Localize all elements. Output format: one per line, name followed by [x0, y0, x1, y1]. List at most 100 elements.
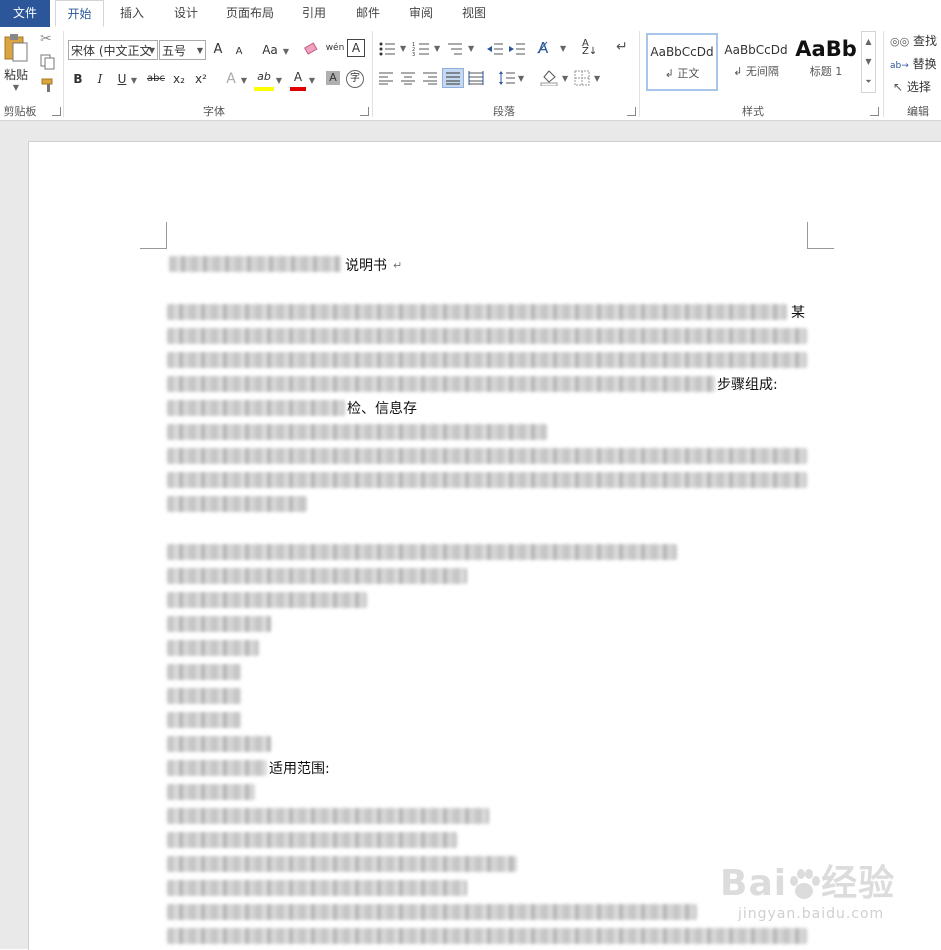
svg-text:3: 3 [412, 52, 415, 57]
font-name-dropdown-icon[interactable]: ▼ [149, 41, 155, 59]
borders-dropdown-icon[interactable]: ▼ [594, 74, 600, 83]
borders-icon[interactable] [574, 70, 590, 89]
tab-home[interactable]: 开始 [55, 0, 104, 27]
style-normal-sample: AaBbCcDd [650, 45, 714, 59]
numbering-icon[interactable]: 123 [412, 41, 430, 60]
tab-mailings[interactable]: 邮件 [344, 0, 392, 27]
font-color-dropdown-icon[interactable]: ▼ [308, 69, 316, 89]
tab-view[interactable]: 视图 [450, 0, 498, 27]
numbering-dropdown-icon[interactable]: ▼ [434, 44, 440, 53]
underline-dropdown-icon[interactable]: ▼ [130, 69, 138, 89]
decrease-indent-icon[interactable] [486, 41, 504, 60]
italic-button[interactable]: I [92, 69, 108, 89]
tab-design[interactable]: 设计 [162, 0, 210, 27]
document-area[interactable]: 说明书 ↵ 某 步骤组成: 检、信息存 适用范围: Bai 经验 jingyan… [0, 121, 941, 950]
paste-label: 粘贴 [3, 68, 28, 82]
document-page[interactable]: 说明书 ↵ 某 步骤组成: 检、信息存 适用范围: [28, 141, 941, 950]
paw-icon [790, 869, 821, 899]
line-spacing-icon[interactable] [498, 70, 516, 89]
subscript-button[interactable]: x₂ [170, 69, 188, 89]
find-button[interactable]: ◎◎ 查找 [890, 32, 937, 50]
shrink-font-button[interactable]: A [232, 42, 246, 62]
binoculars-icon: ◎◎ [890, 35, 910, 48]
bold-button[interactable]: B [70, 69, 86, 89]
replace-button[interactable]: ab→ 替换 [890, 55, 937, 73]
text-effects-button[interactable]: A [222, 69, 240, 89]
paste-dropdown-icon[interactable]: ▼ [2, 83, 30, 92]
font-color-button[interactable]: A [290, 67, 306, 91]
paste-button[interactable]: 粘贴 ▼ [2, 33, 30, 93]
change-case-button[interactable]: Aa [258, 40, 282, 60]
styles-launcher-icon[interactable] [870, 107, 879, 116]
enclose-char-button[interactable]: 字 [346, 70, 364, 88]
ribbon-divider [372, 31, 373, 117]
redacted-text [167, 856, 517, 872]
tab-insert[interactable]: 插入 [108, 0, 156, 27]
phonetic-guide-button[interactable]: wén [325, 38, 345, 58]
tab-file[interactable]: 文件 [0, 0, 50, 27]
cut-icon[interactable]: ✂ [40, 31, 52, 47]
increase-indent-icon[interactable] [508, 41, 526, 60]
copy-icon[interactable] [40, 54, 56, 73]
redacted-text [167, 472, 807, 488]
text-effects-dropdown-icon[interactable]: ▼ [240, 69, 248, 89]
chinese-layout-dropdown-icon[interactable]: ▼ [560, 44, 566, 53]
styles-scroll-down-icon[interactable]: ▼ [862, 52, 875, 72]
doc-title-suffix: 说明书 [345, 258, 387, 274]
cursor-icon: ↖ [893, 80, 904, 94]
highlight-button[interactable]: ab [254, 67, 274, 91]
redacted-text [167, 904, 697, 920]
redacted-text [167, 928, 807, 944]
redacted-text [167, 592, 367, 608]
char-border-button[interactable]: A [347, 39, 365, 57]
font-size-dropdown-icon[interactable]: ▼ [197, 41, 203, 59]
distribute-icon[interactable] [468, 71, 484, 88]
align-left-icon[interactable] [378, 71, 394, 88]
sort-icon[interactable]: A Z↓ [582, 39, 597, 57]
highlight-dropdown-icon[interactable]: ▼ [275, 69, 283, 89]
baidu-jingyan-watermark: Bai 经验 jingyan.baidu.com [720, 852, 930, 932]
paste-icon [4, 34, 28, 62]
multilevel-list-icon[interactable] [446, 41, 464, 60]
clear-format-icon[interactable] [303, 41, 321, 60]
tab-page-layout[interactable]: 页面布局 [216, 0, 284, 27]
redacted-text [167, 568, 467, 584]
font-name-select[interactable]: 宋体 (中文正文 ▼ [68, 40, 158, 60]
doc-fragment-4: 适用范围: [269, 761, 330, 777]
line-spacing-dropdown-icon[interactable]: ▼ [518, 74, 524, 83]
shading-icon[interactable] [540, 68, 558, 89]
styles-more-icon[interactable]: ⏷ [862, 72, 875, 92]
superscript-button[interactable]: x² [192, 69, 210, 89]
shading-dropdown-icon[interactable]: ▼ [562, 74, 568, 83]
bullets-icon[interactable] [378, 41, 396, 60]
chinese-layout-icon[interactable]: A̸ [538, 39, 548, 57]
clipboard-launcher-icon[interactable] [52, 107, 61, 116]
strikethrough-button[interactable]: abc [144, 69, 168, 89]
style-normal[interactable]: AaBbCcDd ↲ 正文 [646, 33, 718, 91]
justify-icon[interactable] [442, 68, 464, 88]
redacted-text [167, 352, 807, 368]
style-normal-name: ↲ 正文 [664, 67, 700, 80]
redacted-text [167, 736, 271, 752]
bullets-dropdown-icon[interactable]: ▼ [400, 44, 406, 53]
grow-font-button[interactable]: A [210, 40, 226, 60]
font-size-select[interactable]: 五号 ▼ [159, 40, 206, 60]
styles-scroll-up-icon[interactable]: ▲ [862, 32, 875, 52]
style-no-spacing[interactable]: AaBbCcDd ↲ 无间隔 [720, 33, 792, 91]
select-button[interactable]: ↖ 选择 [893, 78, 931, 96]
tab-references[interactable]: 引用 [290, 0, 338, 27]
tab-review[interactable]: 审阅 [397, 0, 445, 27]
change-case-dropdown-icon[interactable]: ▼ [282, 40, 290, 60]
multilevel-dropdown-icon[interactable]: ▼ [468, 44, 474, 53]
underline-button[interactable]: U [114, 69, 130, 89]
paragraph-launcher-icon[interactable] [627, 107, 636, 116]
show-marks-icon[interactable]: ↵ [616, 39, 628, 55]
redacted-text [167, 880, 467, 896]
char-shading-button[interactable]: A [326, 71, 340, 85]
align-right-icon[interactable] [422, 71, 438, 88]
style-heading-1[interactable]: AaBb 标题 1 [794, 33, 858, 91]
redacted-text [167, 400, 345, 416]
font-launcher-icon[interactable] [360, 107, 369, 116]
align-center-icon[interactable] [400, 71, 416, 88]
format-painter-icon[interactable] [40, 77, 56, 96]
